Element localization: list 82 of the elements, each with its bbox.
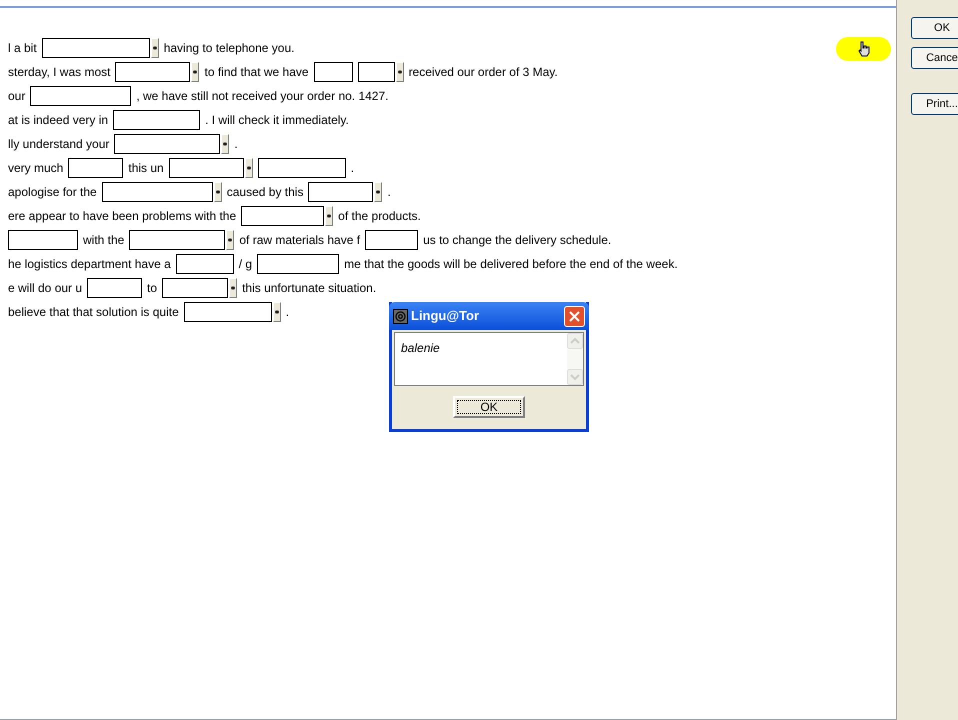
answer-field[interactable]	[257, 254, 340, 274]
ok-button[interactable]: OK	[453, 396, 525, 418]
sentence-text: our	[8, 88, 26, 105]
hint-button[interactable]	[191, 62, 200, 82]
answer-field[interactable]	[314, 62, 353, 82]
answer-field[interactable]	[162, 278, 228, 298]
asterisk-icon	[246, 166, 251, 170]
answer-field[interactable]	[176, 254, 234, 274]
asterisk-icon	[398, 70, 402, 74]
sentence-text: lly understand your	[8, 136, 110, 153]
sentence-text: of raw materials have f	[239, 232, 360, 249]
hint-button[interactable]	[226, 230, 234, 250]
sentence-text: to find that we have	[204, 64, 309, 81]
hint-button[interactable]	[150, 38, 159, 58]
answer-field[interactable]	[42, 38, 150, 58]
sentence-text: . I will check it immediately.	[205, 112, 349, 129]
sentence-text: he logistics department have a	[8, 256, 171, 273]
answer-field[interactable]	[113, 110, 200, 130]
dialog-title: Lingu@Tor	[411, 307, 480, 326]
hint-button[interactable]	[374, 182, 382, 202]
sentence-text: us to change the delivery schedule.	[423, 232, 612, 249]
hint-button[interactable]	[221, 134, 230, 154]
sentence-text: .	[350, 160, 354, 177]
sentence-text: this unfortunate situation.	[242, 280, 376, 297]
sentence-text: at is indeed very in	[8, 112, 108, 129]
sentence-text: having to telephone you.	[164, 40, 294, 57]
hint-button[interactable]	[396, 62, 404, 82]
answer-field[interactable]	[258, 158, 346, 178]
answer-field[interactable]	[102, 182, 213, 202]
sentence-text: me that the goods will be delivered before the end of the week.	[344, 256, 678, 273]
side-button[interactable]: OK	[911, 17, 958, 39]
asterisk-icon	[327, 214, 332, 218]
sentence-text: .	[387, 184, 391, 201]
message-text: balenie	[400, 340, 441, 357]
sentence-text: this un	[128, 160, 164, 177]
answer-field[interactable]	[115, 62, 190, 82]
sentence-text: e will do our u	[8, 280, 82, 297]
answer-field[interactable]	[129, 230, 226, 250]
answer-field[interactable]	[68, 158, 124, 178]
answer-field[interactable]	[30, 86, 132, 106]
sentence-text: received our order of 3 May.	[408, 64, 558, 81]
asterisk-icon	[223, 142, 228, 146]
sentence-text: very much	[8, 160, 64, 177]
answer-field[interactable]	[8, 230, 78, 250]
sentence-text: believe that that solution is quite	[8, 304, 179, 321]
answer-field[interactable]	[308, 182, 374, 202]
hint-button[interactable]	[214, 182, 222, 202]
sentence-text: with the	[83, 232, 124, 249]
sentence-text: to	[147, 280, 158, 297]
side-button[interactable]: Print...	[911, 93, 958, 115]
asterisk-icon	[228, 238, 232, 242]
close-button[interactable]	[564, 306, 585, 326]
hint-button[interactable]	[325, 206, 334, 226]
answer-field[interactable]	[114, 134, 220, 154]
answer-field[interactable]	[241, 206, 324, 226]
close-icon	[569, 310, 580, 322]
sentence-text: apologise for the	[8, 184, 97, 201]
answer-field[interactable]	[87, 278, 142, 298]
asterisk-icon	[274, 310, 279, 314]
answer-field[interactable]	[168, 158, 244, 178]
sentence-text: of the products.	[338, 208, 421, 225]
sentence-text: .	[234, 136, 238, 153]
hint-button[interactable]	[272, 302, 281, 322]
answer-field[interactable]	[365, 230, 418, 250]
sentence-text: ere appear to have been problems with the	[8, 208, 236, 225]
asterisk-icon	[216, 190, 220, 194]
asterisk-icon	[376, 190, 380, 194]
asterisk-icon	[231, 286, 236, 290]
hint-button[interactable]	[229, 278, 238, 298]
hint-button[interactable]	[244, 158, 253, 178]
hand-pointer-icon	[858, 41, 870, 57]
sentence-text: / g	[238, 256, 252, 273]
sentence-text: sterday, I was most	[8, 64, 110, 81]
asterisk-icon	[193, 70, 198, 74]
sentence-text: .	[286, 304, 290, 321]
sentence-text: l a bit	[8, 40, 37, 57]
answer-field[interactable]	[358, 62, 395, 82]
sentence-text: caused by this	[226, 184, 304, 201]
side-button[interactable]: Cance	[911, 47, 958, 69]
asterisk-icon	[152, 46, 157, 50]
answer-field[interactable]	[184, 302, 272, 322]
sentence-text: , we have still not received your order no. 1427.	[136, 88, 388, 105]
